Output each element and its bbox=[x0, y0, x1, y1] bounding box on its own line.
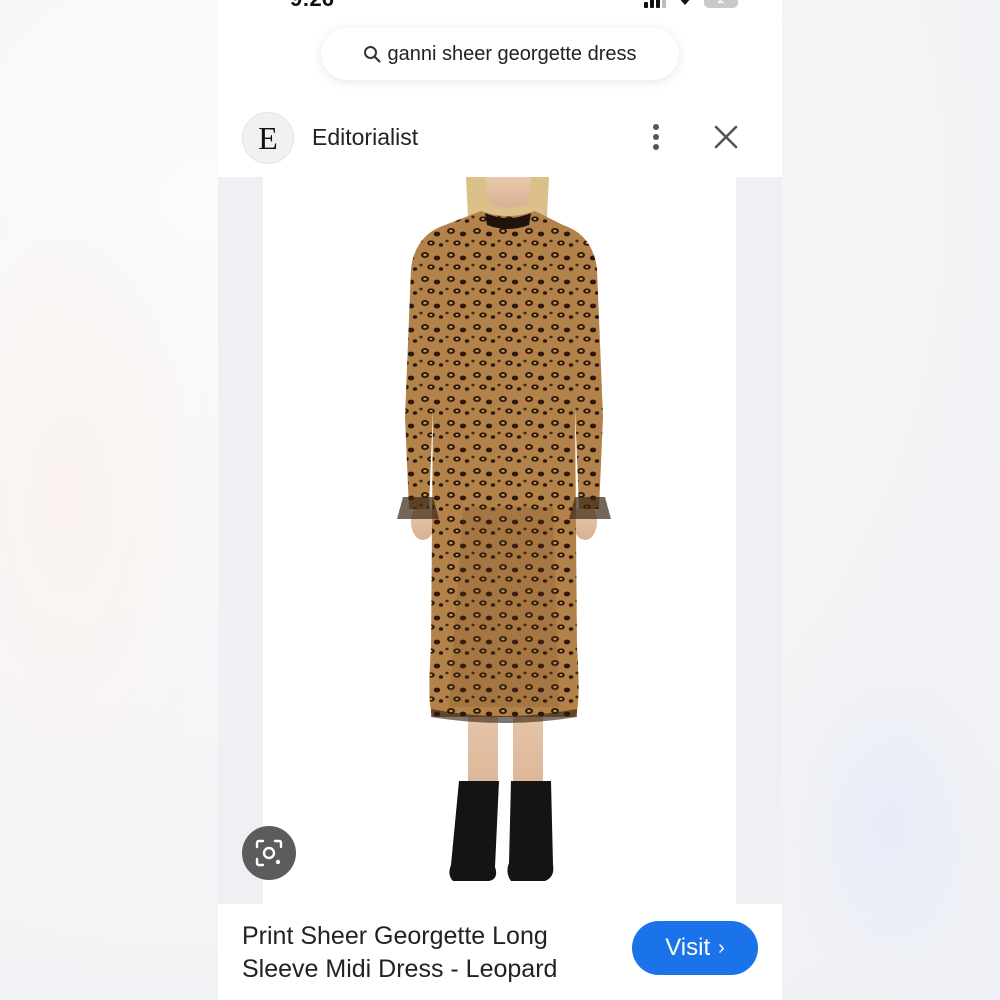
more-vert-icon[interactable] bbox=[643, 122, 669, 152]
source-logo-letter: E bbox=[258, 119, 278, 156]
visit-button[interactable]: Visit › bbox=[632, 921, 758, 975]
status-bar: 9:26 2 bbox=[218, 0, 782, 14]
battery-icon: 2 bbox=[704, 0, 738, 8]
dress-illustration bbox=[397, 177, 611, 881]
lens-glyph bbox=[255, 839, 283, 867]
visit-label: Visit bbox=[665, 934, 711, 961]
search-icon bbox=[364, 46, 382, 63]
product-image-area bbox=[218, 177, 782, 904]
product-title[interactable]: Print Sheer Georgette Long Sleeve Midi D… bbox=[242, 920, 622, 986]
status-time: 9:26 bbox=[290, 0, 334, 12]
product-title-line-2: Sleeve Midi Dress - Leopard bbox=[242, 955, 558, 983]
product-title-line-1: Print Sheer Georgette Long bbox=[242, 922, 548, 950]
wifi-icon bbox=[680, 0, 690, 5]
lens-icon[interactable] bbox=[242, 826, 296, 880]
status-icons: 2 bbox=[644, 0, 738, 8]
chevron-right-icon: › bbox=[718, 936, 725, 959]
backdrop-glow-left bbox=[0, 150, 230, 850]
source-name[interactable]: Editorialist bbox=[312, 124, 418, 151]
close-icon[interactable] bbox=[712, 123, 740, 151]
backdrop-glow-right bbox=[780, 650, 1000, 1000]
signal-icon bbox=[644, 0, 666, 8]
source-header: E Editorialist bbox=[218, 108, 782, 168]
phone-screen: 9:26 2 ganni sheer georgette dress E Edi… bbox=[218, 0, 782, 1000]
source-logo[interactable]: E bbox=[242, 112, 294, 164]
search-query: ganni sheer georgette dress bbox=[387, 42, 637, 65]
product-image[interactable] bbox=[263, 177, 736, 904]
search-bar[interactable]: ganni sheer georgette dress bbox=[321, 28, 679, 80]
